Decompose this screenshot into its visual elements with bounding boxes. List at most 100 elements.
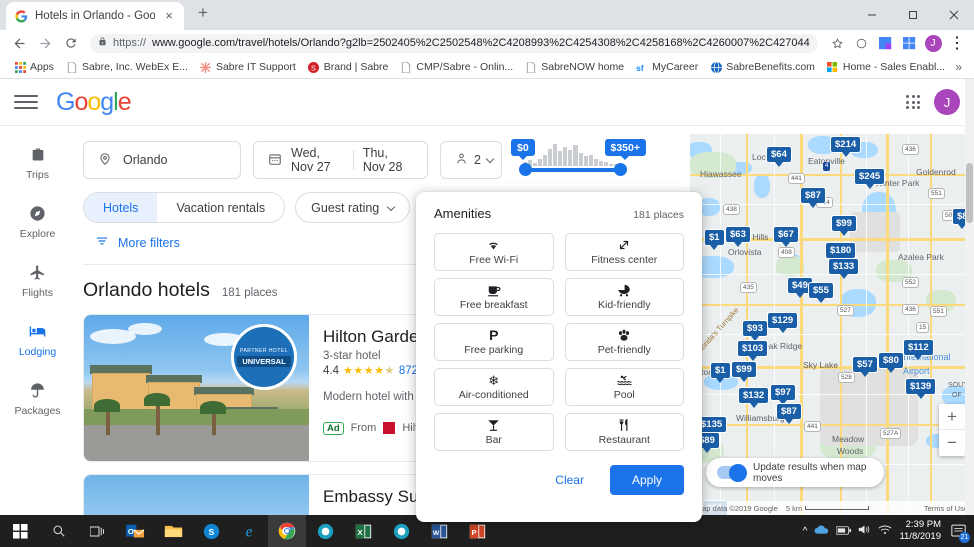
profile-avatar[interactable]: J [922, 32, 944, 54]
cast-icon[interactable] [850, 32, 872, 54]
amenity-free-breakfast[interactable]: Free breakfast [434, 278, 554, 316]
amenity-pet-friendly[interactable]: Pet-friendly [564, 323, 684, 361]
amenity-kid-friendly[interactable]: Kid-friendly [564, 278, 684, 316]
zoom-in-button[interactable]: + [939, 404, 965, 430]
teal-circle-app-icon[interactable] [306, 515, 344, 547]
sidebar-item-explore[interactable]: Explore [2, 203, 74, 240]
price-range-slider[interactable]: $0 $350+ [511, 139, 646, 180]
tray-chevron-icon[interactable]: ^ [803, 526, 808, 537]
bookmark-apps[interactable]: Apps [8, 59, 60, 75]
map-price-pin[interactable]: $1 [704, 229, 725, 250]
slider-knob-max[interactable] [614, 163, 627, 176]
windows-icon[interactable] [0, 515, 40, 547]
google-logo[interactable]: Google [56, 88, 132, 117]
sidebar-item-trips[interactable]: Trips [2, 144, 74, 181]
location-input[interactable]: Orlando [83, 141, 241, 179]
close-icon[interactable]: × [162, 9, 176, 23]
sidebar-item-lodging[interactable]: Lodging [2, 321, 74, 358]
amenity-bar[interactable]: Bar [434, 413, 554, 451]
map-price-pin[interactable]: $245 [854, 168, 886, 189]
map-price-pin[interactable]: $180 [825, 242, 857, 263]
bookmark-brand-sabre[interactable]: S Brand | Sabre [302, 59, 395, 75]
teal-circle-app-icon-2[interactable] [382, 515, 420, 547]
notifications-icon[interactable]: 21 [948, 521, 970, 543]
apps-grid-icon[interactable] [906, 95, 920, 109]
reload-icon[interactable] [58, 30, 84, 56]
bookmark-star-icon[interactable] [826, 32, 848, 54]
map-price-pin[interactable]: $93 [742, 320, 768, 341]
browser-tab[interactable]: Hotels in Orlando - Google Hotel × [6, 2, 184, 30]
map-price-pin[interactable]: $132 [738, 387, 770, 408]
excel-icon[interactable]: X [344, 515, 382, 547]
amenity-pool[interactable]: Pool [564, 368, 684, 406]
search-icon[interactable] [40, 515, 78, 547]
tab-vacation-rentals[interactable]: Vacation rentals [157, 193, 285, 222]
battery-icon[interactable] [836, 522, 852, 540]
amenity-free-wifi[interactable]: Free Wi-Fi [434, 233, 554, 271]
bookmark-sabrenow-home[interactable]: SabreNOW home [519, 59, 630, 75]
bookmark-home-sales-enablement[interactable]: Home - Sales Enabl... [821, 59, 951, 75]
update-results-toggle[interactable]: Update results when map moves [706, 458, 884, 487]
apply-button[interactable]: Apply [609, 465, 684, 495]
wifi-icon[interactable] [878, 522, 892, 540]
bookmark-mycareer[interactable]: sf MyCareer [630, 59, 704, 75]
amenity-restaurant[interactable]: Restaurant [564, 413, 684, 451]
dates-input[interactable]: Wed, Nov 27 Thu, Nov 28 [253, 141, 428, 179]
terms-of-use-link[interactable]: Terms of Use [924, 504, 968, 513]
clock[interactable]: 2:39 PM 11/8/2019 [899, 519, 941, 543]
chrome-icon[interactable] [268, 515, 306, 547]
bookmarks-overflow-icon[interactable]: » [955, 60, 966, 74]
guests-selector[interactable]: 2 [440, 141, 502, 179]
map-price-pin[interactable]: $103 [737, 340, 769, 361]
hamburger-icon[interactable] [14, 90, 38, 114]
amenity-free-parking[interactable]: P Free parking [434, 323, 554, 361]
task-view-icon[interactable] [78, 515, 116, 547]
clear-button[interactable]: Clear [545, 466, 594, 494]
amenity-air-conditioned[interactable]: ❄ Air-conditioned [434, 368, 554, 406]
forward-icon[interactable] [32, 30, 58, 56]
sidebar-item-flights[interactable]: Flights [2, 262, 74, 299]
outlook-icon[interactable]: O [116, 515, 154, 547]
account-avatar[interactable]: J [934, 89, 960, 115]
maximize-button[interactable] [892, 0, 933, 30]
internet-explorer-icon[interactable]: e [230, 515, 268, 547]
map-price-pin[interactable]: $99 [831, 215, 857, 236]
chrome-menu-icon[interactable]: ⋮ [946, 32, 968, 54]
map-price-pin[interactable]: $1 [710, 362, 731, 383]
map-price-pin[interactable]: $55 [808, 282, 834, 303]
back-icon[interactable] [6, 30, 32, 56]
new-tab-button[interactable]: + [193, 4, 213, 24]
microsoft-icon[interactable] [898, 32, 920, 54]
guest-rating-filter[interactable]: Guest rating [295, 192, 411, 223]
close-window-button[interactable] [933, 0, 974, 30]
bookmark-sabre-webex[interactable]: Sabre, Inc. WebEx E... [60, 59, 194, 75]
map-price-pin[interactable]: $112 [903, 339, 934, 360]
address-bar[interactable]: https:// www.google.com/travel/hotels/Or… [90, 33, 818, 53]
file-explorer-icon[interactable] [154, 515, 192, 547]
bookmark-cmp-sabre[interactable]: CMP/Sabre - Onlin... [394, 59, 519, 75]
map-price-pin[interactable]: $139 [905, 378, 937, 399]
amenity-fitness-center[interactable]: Fitness center [564, 233, 684, 271]
map-price-pin[interactable]: $64 [766, 146, 792, 167]
onedrive-icon[interactable] [814, 522, 829, 540]
volume-icon[interactable] [858, 522, 871, 540]
zoom-out-button[interactable]: − [939, 430, 965, 456]
map-panel[interactable]: Hiawassee Lockhart Eatonville Goldenrod … [690, 134, 974, 515]
bookmark-sabre-it-support[interactable]: Sabre IT Support [194, 59, 302, 75]
map-price-pin[interactable]: $133 [828, 258, 860, 279]
page-scrollbar[interactable] [965, 79, 974, 515]
map-price-pin[interactable]: $129 [767, 312, 799, 333]
map-price-pin[interactable]: $87 [776, 403, 802, 424]
scrollbar-thumb[interactable] [966, 163, 973, 223]
bookmark-sabrebenefits[interactable]: SabreBenefits.com [704, 59, 821, 75]
map-price-pin[interactable]: $87 [800, 187, 826, 208]
map-price-pin[interactable]: $57 [852, 356, 878, 377]
sidebar-item-packages[interactable]: Packages [2, 380, 74, 417]
extension-icon[interactable] [874, 32, 896, 54]
minimize-button[interactable] [851, 0, 892, 30]
map-price-pin[interactable]: $97 [770, 384, 796, 405]
toggle-switch[interactable] [717, 463, 747, 482]
slider-knob-min[interactable] [519, 163, 532, 176]
map-price-pin[interactable]: $63 [725, 226, 751, 247]
map-price-pin[interactable]: $67 [773, 226, 799, 247]
